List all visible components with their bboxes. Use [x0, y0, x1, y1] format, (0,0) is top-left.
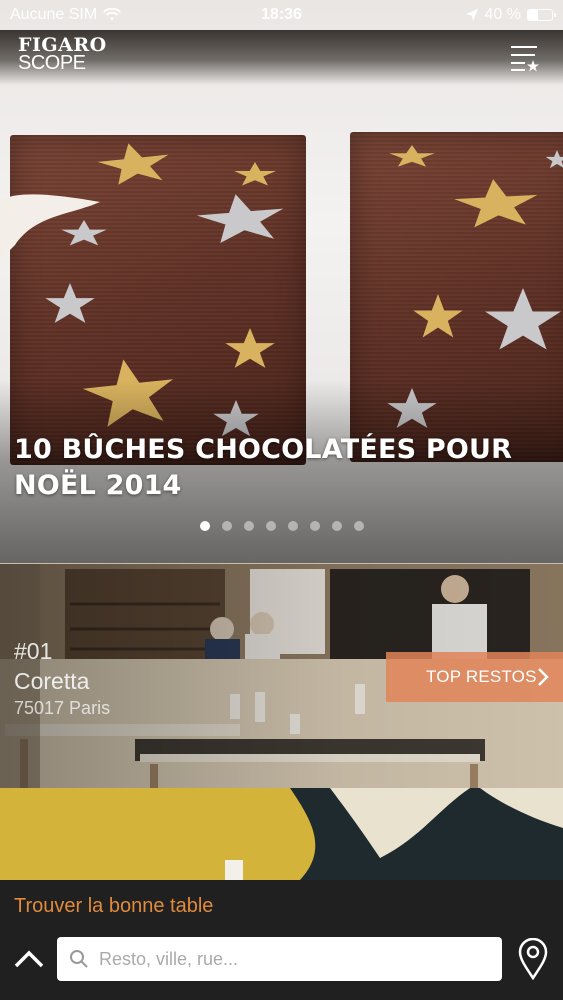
- favorites-menu-button[interactable]: [509, 44, 541, 72]
- resto-city: 75017 Paris: [14, 698, 111, 718]
- resto-rank: #01: [14, 638, 53, 664]
- carousel-dot[interactable]: [309, 521, 320, 531]
- list-star-icon: [511, 46, 539, 72]
- app-header: FIGARO SCOPE: [0, 30, 563, 85]
- hero-title[interactable]: 10 BÛCHES CHOCOLATÉES POUR NOËL 2014: [14, 432, 554, 504]
- carousel-dot[interactable]: [287, 521, 298, 531]
- search-panel-title: Trouver la bonne table: [14, 895, 214, 917]
- search-icon: [70, 950, 88, 968]
- carousel-dot[interactable]: [221, 521, 232, 531]
- search-panel: Trouver la bonne table: [0, 880, 563, 1000]
- carousel-dot[interactable]: [199, 521, 210, 531]
- battery-percent: 40 %: [484, 6, 521, 23]
- battery-icon: [527, 9, 556, 21]
- chevron-right-icon: [538, 668, 549, 686]
- expand-panel-button[interactable]: [12, 946, 46, 972]
- map-pin-icon: [518, 937, 548, 981]
- figaro-scope-logo[interactable]: FIGARO SCOPE: [18, 36, 107, 74]
- carousel-dot[interactable]: [265, 521, 276, 531]
- top-resto-card[interactable]: #01 Coretta 75017 Paris TOP RESTOS: [0, 563, 563, 788]
- location-arrow-icon: [465, 9, 478, 21]
- carousel-dots[interactable]: [0, 521, 563, 531]
- status-bar: Aucune SIM 18:36 40 %: [0, 0, 563, 30]
- chevron-up-icon: [14, 950, 44, 968]
- top-restos-label: TOP RESTOS: [426, 667, 537, 686]
- carousel-dot[interactable]: [353, 521, 364, 531]
- carousel-dot[interactable]: [331, 521, 342, 531]
- search-input[interactable]: [99, 948, 479, 970]
- search-box[interactable]: [57, 937, 502, 981]
- carousel-dot[interactable]: [243, 521, 254, 531]
- top-restos-button[interactable]: TOP RESTOS: [386, 652, 563, 702]
- resto-name[interactable]: Coretta: [14, 668, 89, 695]
- wifi-icon: [103, 8, 122, 21]
- geolocation-button[interactable]: [517, 937, 549, 981]
- carrier-label: Aucune SIM: [10, 6, 98, 23]
- next-card-image: [0, 788, 563, 880]
- next-card[interactable]: [0, 788, 563, 880]
